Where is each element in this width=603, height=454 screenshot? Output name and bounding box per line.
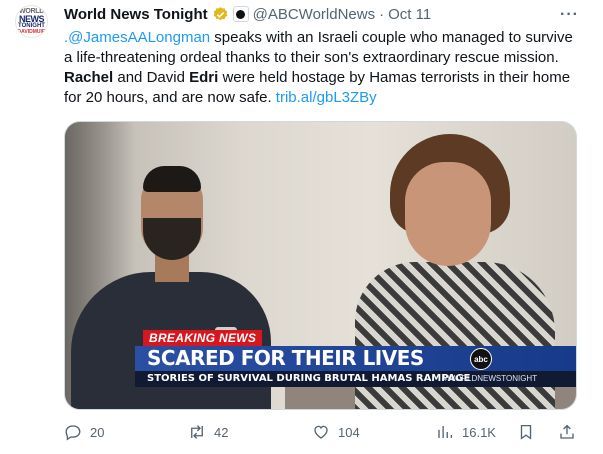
author-handle[interactable]: @ABCWorldNews bbox=[253, 6, 375, 23]
reply-icon bbox=[65, 425, 81, 441]
mention-link[interactable]: .@JamesAALongman bbox=[64, 29, 210, 46]
video-media[interactable]: BREAKING NEWS SCARED FOR THEIR LIVES abc… bbox=[64, 121, 577, 410]
news-lower-third: BREAKING NEWS SCARED FOR THEIR LIVES abc… bbox=[65, 330, 576, 387]
share-button[interactable] bbox=[558, 420, 576, 444]
tweet-text: .@JamesAALongman speaks with an Israeli … bbox=[64, 28, 584, 108]
heart-icon bbox=[314, 425, 328, 439]
avatar-text: NEWS bbox=[19, 13, 45, 24]
tweet-text-part: and David bbox=[113, 69, 190, 86]
news-subline-bar: STORIES OF SURVIVAL DURING BRUTAL HAMAS … bbox=[135, 371, 576, 387]
bookmark-button[interactable] bbox=[517, 420, 535, 444]
news-hashtag: #WORLDNEWSTONIGHT bbox=[443, 374, 538, 383]
views-count: 16.1K bbox=[462, 424, 496, 440]
tweet-date[interactable]: Oct 11 bbox=[388, 6, 431, 23]
like-button[interactable]: 104 bbox=[312, 420, 360, 444]
separator-dot: · bbox=[379, 5, 385, 23]
avatar[interactable]: WORLD NEWS TONIGHT DAVIDMUIR bbox=[15, 5, 48, 38]
reply-count: 20 bbox=[90, 424, 105, 440]
verified-badge-icon[interactable] bbox=[212, 6, 229, 23]
woman-figure bbox=[405, 162, 491, 266]
tweet-text-bold: Rachel bbox=[64, 69, 114, 86]
share-icon bbox=[560, 424, 574, 439]
views-icon bbox=[438, 426, 453, 438]
repost-icon bbox=[191, 425, 203, 439]
abc-logo-icon: abc bbox=[470, 348, 492, 370]
repost-button[interactable]: 42 bbox=[188, 420, 228, 444]
news-headline-bar: SCARED FOR THEIR LIVES bbox=[135, 346, 576, 371]
repost-count: 42 bbox=[214, 424, 229, 440]
breaking-news-label: BREAKING NEWS bbox=[143, 330, 263, 346]
man-figure bbox=[143, 218, 201, 260]
tweet-header: World News Tonight @ABCWorldNews · Oct 1… bbox=[64, 4, 431, 24]
affiliation-badge-icon[interactable] bbox=[232, 6, 249, 22]
external-link[interactable]: trib.al/gbL3ZBy bbox=[276, 89, 377, 106]
author-name[interactable]: World News Tonight bbox=[64, 6, 208, 23]
avatar-text: DAVIDMUIR bbox=[17, 28, 46, 35]
reply-button[interactable]: 20 bbox=[64, 420, 104, 444]
man-figure bbox=[143, 166, 201, 192]
more-options-icon[interactable]: ··· bbox=[560, 6, 579, 24]
news-subheadline: STORIES OF SURVIVAL DURING BRUTAL HAMAS … bbox=[147, 373, 471, 384]
tweet-actions: 20 42 104 16.1K bbox=[64, 420, 584, 444]
news-headline: SCARED FOR THEIR LIVES bbox=[147, 346, 424, 370]
tweet-text-bold: Edri bbox=[189, 69, 219, 86]
like-count: 104 bbox=[338, 424, 360, 440]
views-button[interactable]: 16.1K bbox=[436, 420, 496, 444]
bookmark-icon bbox=[520, 424, 532, 440]
